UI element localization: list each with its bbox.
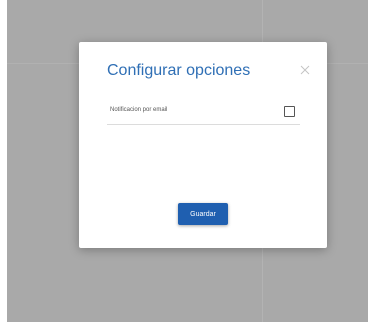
close-button[interactable] [297, 62, 313, 78]
dialog-title: Configurar opciones [107, 62, 251, 79]
email-notification-label: Notificacion por email [110, 107, 168, 113]
email-notification-row: Notificacion por email [107, 102, 300, 125]
close-icon [300, 65, 310, 75]
email-notification-checkbox[interactable] [284, 106, 295, 117]
settings-dialog: Configurar opciones Notificacion por ema… [79, 42, 327, 248]
save-button[interactable]: Guardar [178, 203, 228, 225]
